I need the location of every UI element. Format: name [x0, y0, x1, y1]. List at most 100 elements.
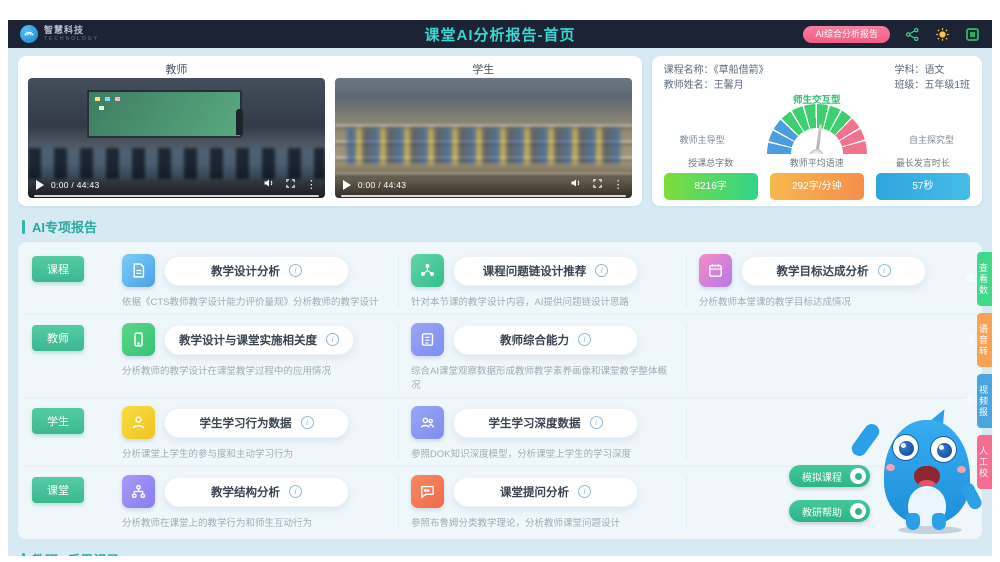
teacher-video-player[interactable]: 0:00 / 44:43 ⋮: [28, 78, 325, 198]
question-icon: [411, 475, 444, 508]
report-card: 学生学习深度数据 i 参照DOK知识深度模型，分析课堂上学生的学习深度: [398, 406, 686, 460]
report-row-teacher: 教师 教学设计与课堂实施相关度 i 分析教师的教学设计在课堂教学过: [26, 315, 974, 398]
more-options-icon[interactable]: ⋮: [613, 180, 624, 191]
header-bar: 智慧科技 TECHNOLOGY 课堂AI分析报告-首页 AI综合分析报告: [8, 20, 992, 48]
card-desc: 分析教师的教学设计在课堂教学过程中的应用情况: [122, 363, 386, 377]
report-card: 教学结构分析 i 分析教师在课堂上的教学行为和师生互动行为: [110, 475, 398, 529]
row-tag-course: 课程: [32, 256, 84, 282]
gauge-left-label: 教师主导型: [680, 133, 725, 146]
info-icon: i: [326, 333, 339, 346]
person-icon: [122, 406, 155, 439]
card-button-design-implementation[interactable]: 教学设计与课堂实施相关度 i: [164, 325, 354, 355]
info-icon: i: [578, 485, 591, 498]
assistant-mini-icon: [850, 503, 866, 519]
card-button-teacher-ability[interactable]: 教师综合能力 i: [453, 325, 638, 355]
sun-icon[interactable]: [934, 26, 950, 42]
app-logo: 智慧科技 TECHNOLOGY: [20, 25, 99, 43]
side-tab-rail: 查看数据 语音转写 视频报告 人工校对: [977, 252, 992, 489]
class-label: 班级：: [894, 80, 924, 91]
students-figures: [347, 128, 620, 164]
row-tag-student: 学生: [32, 408, 84, 434]
tablet-icon: [122, 323, 155, 356]
class-value: 五年级1班: [924, 80, 970, 91]
report-card: 课堂提问分析 i 参照布鲁姆分类教学理论，分析教师课堂问题设计: [398, 475, 686, 529]
stat-longest-speech[interactable]: 57秒: [876, 173, 970, 200]
stat-label: 最长发言时长: [876, 156, 970, 169]
app-window: 智慧科技 TECHNOLOGY 课堂AI分析报告-首页 AI综合分析报告: [8, 20, 992, 556]
play-button[interactable]: [36, 180, 44, 190]
course-name-label: 课程名称：: [664, 65, 714, 76]
card-desc: 依据《CTS教师教学设计能力评价量规》分析教师的教学设计: [122, 294, 386, 308]
calendar-icon: [699, 254, 732, 287]
section-bar: [22, 220, 25, 234]
info-icon: i: [289, 485, 302, 498]
course-name-value: 《草船借箭》: [714, 65, 769, 76]
card-desc: 分析教师在课堂上的教学行为和师生互动行为: [122, 515, 386, 529]
volume-icon[interactable]: [263, 176, 275, 194]
stat-speech-rate[interactable]: 292字/分钟: [770, 173, 864, 200]
side-tab-video-report[interactable]: 视频报告: [977, 374, 992, 428]
teacher-figure: [236, 109, 243, 135]
chalkboard-image: [87, 90, 241, 138]
simulate-class-button[interactable]: 模拟课程: [789, 465, 870, 487]
assistant-mini-icon: [850, 468, 866, 484]
fullscreen-video-icon[interactable]: [592, 176, 603, 194]
card-button-goal-achievement[interactable]: 教学目标达成分析 i: [741, 256, 926, 286]
info-icon: i: [595, 264, 608, 277]
volume-icon[interactable]: [570, 176, 582, 194]
card-desc: 分析课堂上学生的参与度和主动学习行为: [122, 446, 386, 460]
report-card: 教学设计与课堂实施相关度 i 分析教师的教学设计在课堂教学过程中的应用情况: [110, 323, 398, 391]
card-desc: 参照DOK知识深度模型，分析课堂上学生的学习深度: [411, 446, 674, 460]
teacher-name-label: 教师姓名：: [664, 80, 714, 91]
side-tab-transcribe[interactable]: 语音转写: [977, 313, 992, 367]
stat-total-words[interactable]: 8216字: [664, 173, 758, 200]
info-icon: i: [590, 416, 603, 429]
card-button-teaching-design[interactable]: 教学设计分析 i: [164, 256, 349, 286]
ai-section-title: AI专项报告: [22, 217, 978, 236]
course-info-panel: 课程名称：《草船借箭》 教师姓名：王馨月 学科：语文 班级：五年级1班 师生交互…: [652, 56, 982, 206]
report-card-empty: [686, 323, 974, 391]
video-progress-bar[interactable]: [34, 195, 319, 197]
side-tab-proofread[interactable]: 人工校对: [977, 435, 992, 489]
assistant-buttons: 模拟课程 教研帮助: [789, 465, 870, 522]
play-button[interactable]: [343, 180, 351, 190]
stat-label: 授课总字数: [664, 156, 758, 169]
more-options-icon[interactable]: ⋮: [306, 180, 317, 191]
logo-icon: [20, 25, 38, 43]
video-progress-bar[interactable]: [341, 195, 626, 197]
card-desc: 综合AI课堂观察数据形成教师教学素养画像和课堂教学整体概况: [411, 363, 674, 391]
info-icon: i: [878, 264, 891, 277]
info-icon: i: [301, 416, 314, 429]
card-desc: 参照布鲁姆分类教学理论，分析教师课堂问题设计: [411, 515, 674, 529]
fullscreen-icon[interactable]: [964, 26, 980, 42]
video-time: 0:00 / 44:43: [51, 180, 100, 190]
report-row-student: 学生 学生学习行为数据 i 分析课堂上学生的参与度和主动学习行为: [26, 398, 974, 467]
assistant-mascot[interactable]: [864, 410, 976, 538]
share-icon[interactable]: [904, 26, 920, 42]
structure-icon: [122, 475, 155, 508]
card-button-question-analysis[interactable]: 课堂提问分析 i: [453, 477, 638, 507]
report-icon: [411, 323, 444, 356]
card-desc: 针对本节课的教学设计内容，AI提供问题链设计思路: [411, 294, 674, 308]
card-button-question-chain[interactable]: 课程问题链设计推荐 i: [453, 256, 638, 286]
teacher-video-label: 教师: [28, 61, 325, 78]
card-button-teaching-structure[interactable]: 教学结构分析 i: [164, 477, 349, 507]
side-tab-view-data[interactable]: 查看数据: [977, 252, 992, 306]
teacher-name-value: 王馨月: [714, 80, 744, 91]
info-icon: i: [578, 333, 591, 346]
report-card: 教学目标达成分析 i 分析教师本堂课的教学目标达成情况: [686, 254, 974, 308]
records-section-title: 教研&反思记录: [22, 550, 978, 556]
info-icon: i: [289, 264, 302, 277]
video-panel: 教师 0:00 / 44:43: [18, 56, 642, 206]
report-card: 教学设计分析 i 依据《CTS教师教学设计能力评价量规》分析教师的教学设计: [110, 254, 398, 308]
gauge-right-label: 自主探究型: [909, 133, 954, 146]
ai-report-button[interactable]: AI综合分析报告: [803, 26, 890, 43]
student-video-player[interactable]: 0:00 / 44:43 ⋮: [335, 78, 632, 198]
card-button-learning-depth[interactable]: 学生学习深度数据 i: [453, 408, 638, 438]
logo-title: 智慧科技: [44, 26, 99, 35]
logo-subtitle: TECHNOLOGY: [44, 37, 99, 42]
research-help-button[interactable]: 教研帮助: [789, 500, 870, 522]
card-button-learning-behavior[interactable]: 学生学习行为数据 i: [164, 408, 349, 438]
fullscreen-video-icon[interactable]: [285, 176, 296, 194]
report-card: 课程问题链设计推荐 i 针对本节课的教学设计内容，AI提供问题链设计思路: [398, 254, 686, 308]
